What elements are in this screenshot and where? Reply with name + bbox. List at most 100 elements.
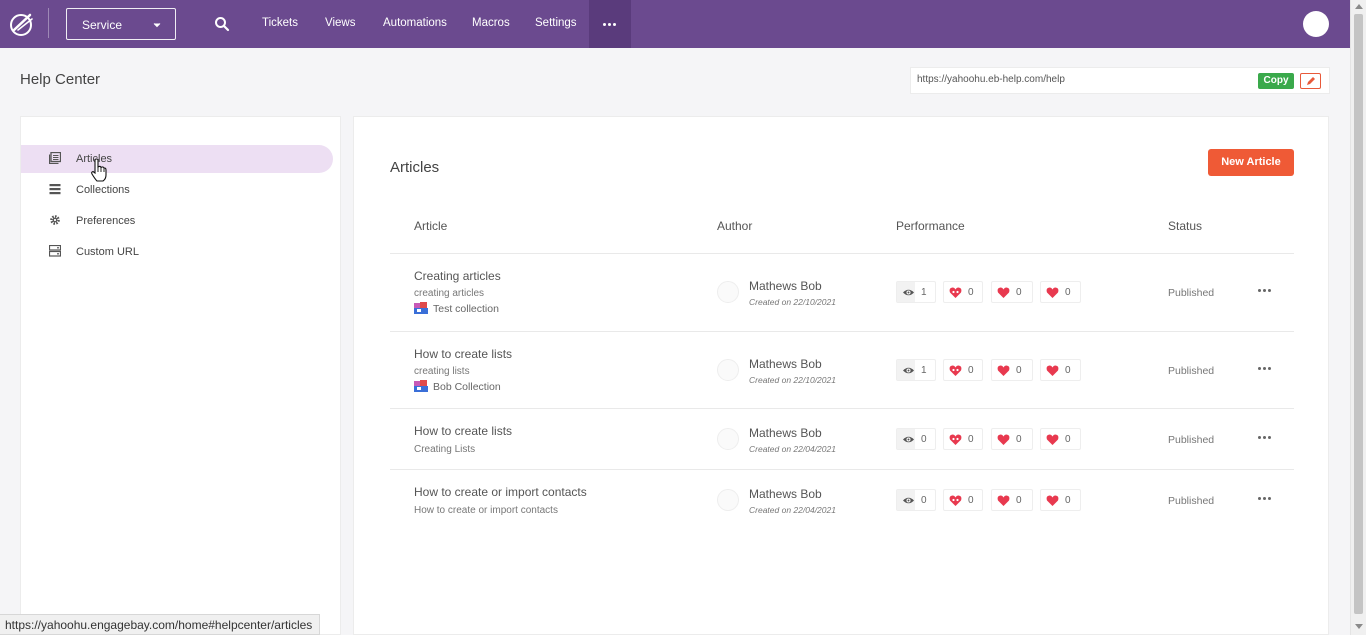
search-icon[interactable]	[214, 16, 230, 32]
pencil-icon	[1307, 77, 1315, 85]
help-url-text[interactable]: https://yahoohu.eb-help.com/help	[917, 74, 1065, 85]
like-stat: 0	[991, 428, 1033, 450]
service-select-label: Service	[82, 18, 123, 32]
views-count: 1	[921, 365, 927, 376]
like-count: 0	[1016, 365, 1022, 376]
status-label: Published	[1168, 495, 1215, 507]
eye-icon	[903, 289, 914, 296]
created-date: Created on 22/10/2021	[749, 375, 836, 385]
heart-icon	[997, 434, 1010, 445]
engagebay-logo-icon[interactable]	[8, 10, 36, 38]
server-icon	[49, 245, 61, 257]
article-title[interactable]: How to create or import contacts	[414, 485, 587, 499]
nav-settings[interactable]: Settings	[535, 17, 577, 29]
dot	[608, 23, 611, 26]
sidebar-item-label: Collections	[76, 184, 130, 196]
collections-icon	[49, 184, 61, 195]
dislike-count: 0	[1065, 495, 1071, 506]
article-collection[interactable]: Test collection	[414, 302, 499, 315]
more-menu-button[interactable]	[589, 0, 631, 48]
dislike-stat: 0	[1040, 489, 1081, 511]
like-stat: 0	[991, 359, 1033, 381]
articles-icon	[49, 152, 61, 164]
page-scrollbar[interactable]	[1350, 0, 1366, 635]
nav-tickets[interactable]: Tickets	[262, 17, 298, 29]
dislike-count: 0	[1065, 434, 1071, 445]
top-navbar: Service Tickets Views Automations Macros…	[0, 0, 1350, 48]
heart-icon	[997, 365, 1010, 376]
views-count: 1	[921, 287, 927, 298]
table-row[interactable]: How to create lists Creating Lists Mathe…	[390, 409, 1294, 470]
article-subtitle: creating articles	[414, 288, 485, 299]
article-collection[interactable]: Bob Collection	[414, 380, 501, 393]
article-subtitle: Creating Lists	[414, 444, 476, 455]
dot	[613, 23, 616, 26]
dislike-stat: 0	[1040, 281, 1081, 303]
views-count: 0	[921, 434, 927, 445]
column-header-status: Status	[1168, 219, 1203, 233]
status-label: Published	[1168, 434, 1215, 446]
service-select[interactable]: Service	[66, 8, 176, 40]
gear-icon	[50, 215, 60, 225]
like-stat: 0	[991, 489, 1033, 511]
status-label: Published	[1168, 287, 1215, 299]
author-avatar	[717, 281, 739, 303]
author-name: Mathews Bob	[749, 279, 822, 293]
author-avatar	[717, 359, 739, 381]
views-stat: 0	[896, 489, 936, 511]
logo-divider	[48, 8, 49, 38]
heart-eyes-icon	[949, 287, 962, 298]
sidebar-item-collections[interactable]: Collections	[21, 176, 333, 204]
edit-url-button[interactable]	[1300, 73, 1321, 89]
collection-icon	[414, 380, 428, 392]
dislike-count: 0	[1065, 365, 1071, 376]
scroll-up-arrow-icon[interactable]	[1355, 4, 1363, 9]
heart-icon	[1046, 365, 1059, 376]
table-row[interactable]: How to create lists creating lists Bob C…	[390, 332, 1294, 409]
user-avatar[interactable]	[1303, 11, 1329, 37]
love-count: 0	[968, 434, 974, 445]
nav-macros[interactable]: Macros	[472, 17, 510, 29]
sidebar-item-label: Preferences	[76, 215, 136, 227]
nav-views[interactable]: Views	[325, 17, 355, 29]
column-header-performance: Performance	[896, 219, 965, 233]
hand-pointer-cursor-icon	[91, 158, 107, 182]
table-row[interactable]: How to create or import contacts How to …	[390, 470, 1294, 531]
article-title[interactable]: Creating articles	[414, 269, 501, 283]
new-article-button[interactable]: New Article	[1208, 149, 1294, 176]
views-stat: 1	[896, 281, 936, 303]
heart-eyes-icon	[949, 365, 962, 376]
heart-eyes-icon	[949, 434, 962, 445]
author-name: Mathews Bob	[749, 357, 822, 371]
views-stat: 0	[896, 428, 936, 450]
sidebar-item-preferences[interactable]: Preferences	[21, 207, 333, 235]
scrollbar-thumb[interactable]	[1354, 14, 1363, 614]
article-title[interactable]: How to create lists	[414, 424, 512, 438]
article-title[interactable]: How to create lists	[414, 347, 512, 361]
author-avatar	[717, 428, 739, 450]
row-actions-menu-icon[interactable]	[1258, 367, 1272, 371]
sidebar-item-articles[interactable]: Articles	[21, 145, 333, 173]
love-count: 0	[968, 495, 974, 506]
heart-icon	[1046, 434, 1059, 445]
article-subtitle: creating lists	[414, 366, 470, 377]
column-header-article: Article	[414, 219, 448, 233]
sidebar-item-custom-url[interactable]: Custom URL	[21, 238, 333, 266]
dislike-stat: 0	[1040, 428, 1081, 450]
copy-url-button[interactable]: Copy	[1258, 73, 1294, 89]
table-row[interactable]: Creating articles creating articles Test…	[390, 254, 1294, 332]
scroll-down-arrow-icon[interactable]	[1355, 624, 1363, 629]
created-date: Created on 22/04/2021	[749, 444, 836, 454]
chevron-down-icon	[153, 23, 161, 28]
like-count: 0	[1016, 287, 1022, 298]
article-subtitle: How to create or import contacts	[414, 505, 558, 516]
row-actions-menu-icon[interactable]	[1258, 436, 1272, 440]
row-actions-menu-icon[interactable]	[1258, 289, 1272, 293]
views-count: 0	[921, 495, 927, 506]
collection-name: Test collection	[433, 303, 499, 315]
nav-automations[interactable]: Automations	[383, 17, 447, 29]
row-actions-menu-icon[interactable]	[1258, 497, 1272, 501]
created-date: Created on 22/10/2021	[749, 297, 836, 307]
views-stat: 1	[896, 359, 936, 381]
author-name: Mathews Bob	[749, 426, 822, 440]
